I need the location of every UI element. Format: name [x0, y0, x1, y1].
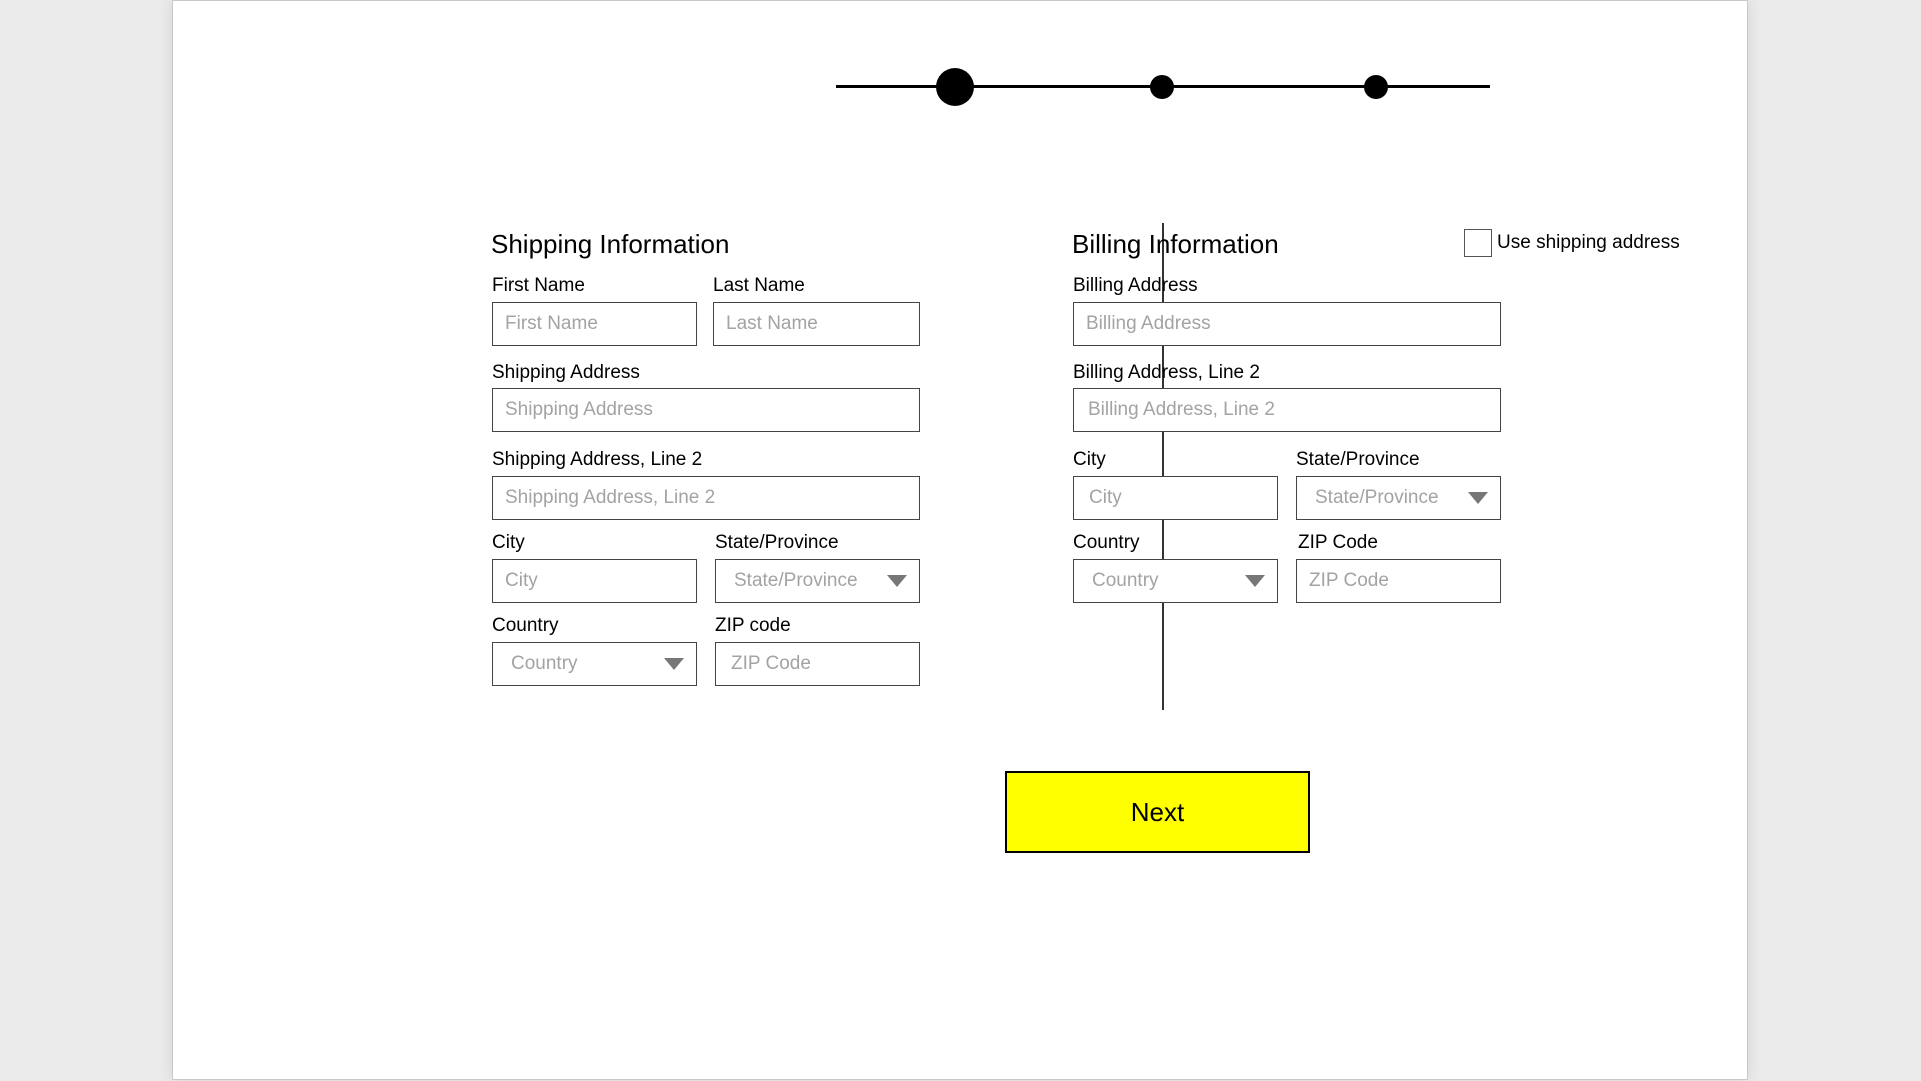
first-name-label: First Name	[492, 275, 585, 296]
shipping-country-label: Country	[492, 615, 559, 636]
billing-zip-placeholder: ZIP Code	[1309, 570, 1389, 591]
billing-address-placeholder: Billing Address	[1086, 313, 1211, 334]
next-button[interactable]: Next	[1005, 771, 1310, 853]
shipping-zip-input[interactable]: ZIP Code	[715, 642, 920, 686]
last-name-placeholder: Last Name	[726, 313, 818, 334]
shipping-city-label: City	[492, 532, 525, 553]
billing-state-label: State/Province	[1296, 449, 1420, 470]
shipping-city-placeholder: City	[505, 570, 538, 591]
use-shipping-address-label[interactable]: Use shipping address	[1497, 232, 1680, 254]
billing-city-placeholder: City	[1089, 487, 1122, 508]
chevron-down-icon	[1245, 575, 1265, 587]
shipping-state-select[interactable]: State/Province	[715, 559, 920, 603]
billing-city-input[interactable]: City	[1073, 476, 1278, 520]
billing-address-line2-placeholder: Billing Address, Line 2	[1088, 399, 1275, 420]
shipping-country-select[interactable]: Country	[492, 642, 697, 686]
billing-section-title: Billing Information	[1072, 229, 1279, 259]
shipping-address-line2-label: Shipping Address, Line 2	[492, 449, 703, 470]
use-shipping-address-checkbox[interactable]	[1464, 229, 1492, 257]
shipping-address-line2-placeholder: Shipping Address, Line 2	[505, 487, 716, 508]
checkout-page: Shipping Information First Name First Na…	[172, 0, 1748, 1080]
billing-address-line2-label: Billing Address, Line 2	[1073, 362, 1260, 383]
shipping-section-title: Shipping Information	[491, 229, 730, 259]
shipping-zip-placeholder: ZIP Code	[731, 653, 811, 674]
chevron-down-icon	[1468, 492, 1488, 504]
shipping-address-line2-input[interactable]: Shipping Address, Line 2	[492, 476, 920, 520]
chevron-down-icon	[887, 575, 907, 587]
shipping-city-input[interactable]: City	[492, 559, 697, 603]
billing-city-label: City	[1073, 449, 1106, 470]
shipping-zip-label: ZIP code	[715, 615, 791, 636]
billing-country-select[interactable]: Country	[1073, 559, 1278, 603]
billing-address-input[interactable]: Billing Address	[1073, 302, 1501, 346]
progress-stepper	[836, 61, 1490, 113]
billing-country-placeholder: Country	[1092, 570, 1159, 591]
billing-zip-input[interactable]: ZIP Code	[1296, 559, 1501, 603]
step-3-indicator[interactable]	[1364, 75, 1388, 99]
chevron-down-icon	[664, 658, 684, 670]
first-name-placeholder: First Name	[505, 313, 598, 334]
billing-state-select[interactable]: State/Province	[1296, 476, 1501, 520]
shipping-address-placeholder: Shipping Address	[505, 399, 653, 420]
billing-address-line2-input[interactable]: Billing Address, Line 2	[1073, 388, 1501, 432]
shipping-country-placeholder: Country	[511, 653, 578, 674]
first-name-input[interactable]: First Name	[492, 302, 697, 346]
last-name-label: Last Name	[713, 275, 805, 296]
step-1-indicator-active[interactable]	[936, 68, 974, 106]
last-name-input[interactable]: Last Name	[713, 302, 920, 346]
shipping-address-label: Shipping Address	[492, 362, 640, 383]
billing-state-placeholder: State/Province	[1315, 487, 1439, 508]
billing-address-label: Billing Address	[1073, 275, 1198, 296]
billing-country-label: Country	[1073, 532, 1140, 553]
shipping-state-label: State/Province	[715, 532, 839, 553]
shipping-address-input[interactable]: Shipping Address	[492, 388, 920, 432]
shipping-state-placeholder: State/Province	[734, 570, 858, 591]
step-2-indicator[interactable]	[1150, 75, 1174, 99]
billing-zip-label: ZIP Code	[1298, 532, 1378, 553]
